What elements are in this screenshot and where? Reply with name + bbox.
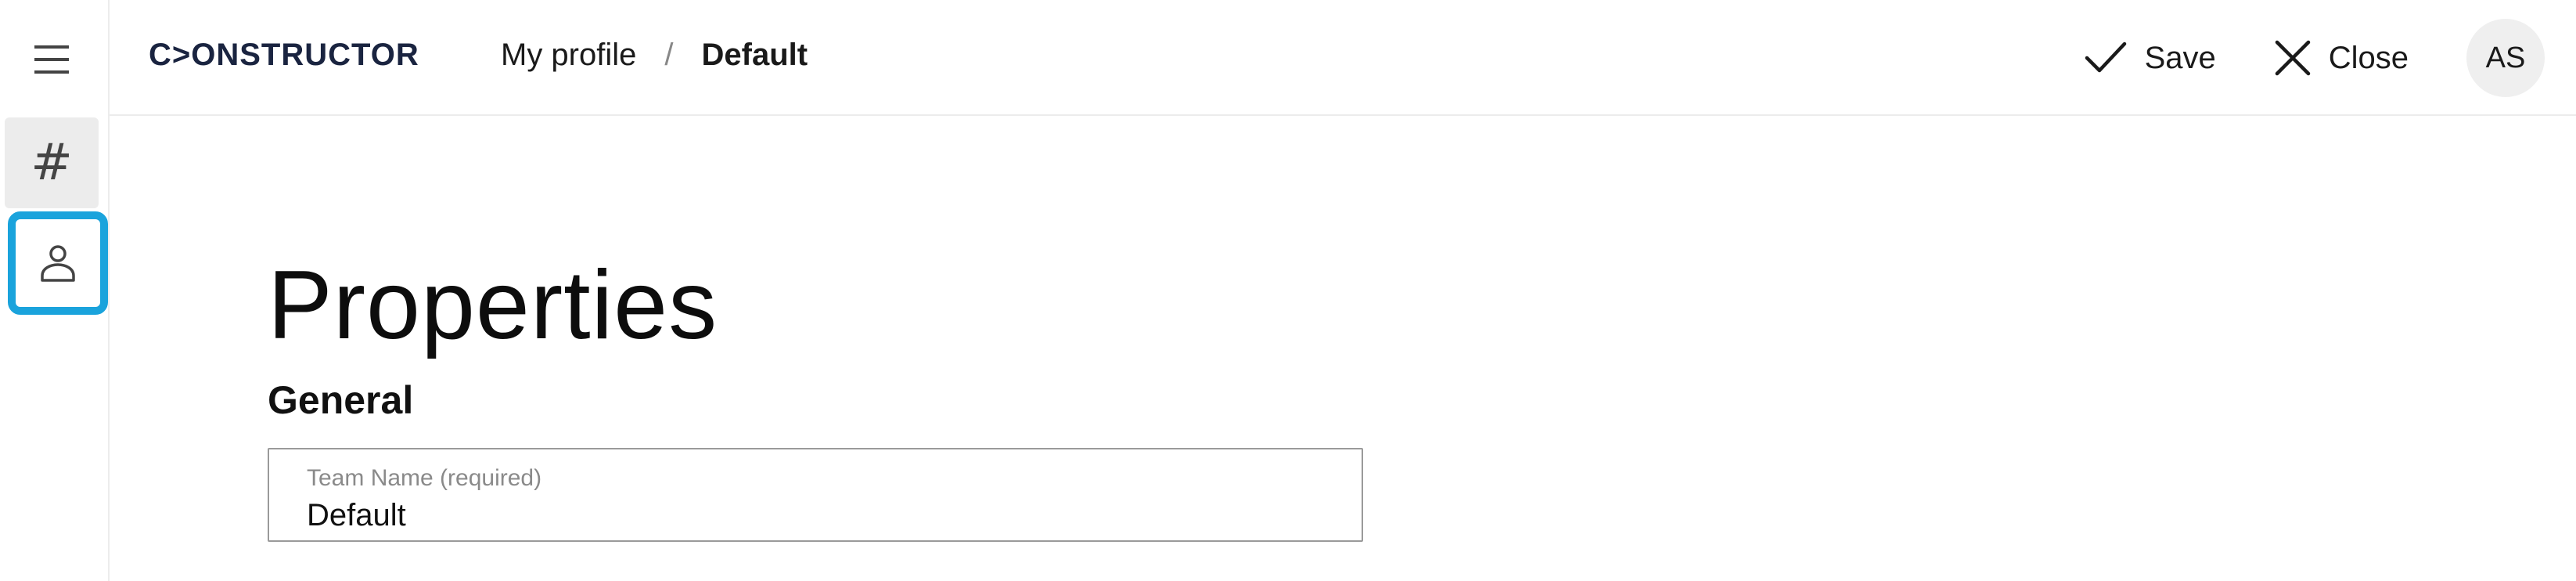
close-button[interactable]: Close (2274, 39, 2409, 77)
page-title: Properties (268, 251, 718, 359)
breadcrumb-separator: / (664, 38, 674, 72)
menu-button[interactable] (17, 25, 86, 94)
hamburger-icon (34, 45, 69, 74)
app-root: # C>ONSTRUCTOR My profile / Default Save (0, 0, 2576, 581)
checkmark-icon (2085, 42, 2126, 73)
rail-item-profile[interactable] (8, 211, 108, 315)
header-actions: Save Close AS (2084, 19, 2545, 97)
rail-item-hash[interactable]: # (5, 117, 99, 208)
save-button[interactable]: Save (2084, 41, 2216, 76)
person-icon (41, 245, 75, 282)
breadcrumb-my-profile[interactable]: My profile (501, 38, 636, 73)
left-rail: # (0, 0, 110, 581)
hash-icon: # (31, 134, 73, 192)
close-label: Close (2328, 40, 2409, 75)
breadcrumb-current: Default (701, 38, 808, 72)
top-header: C>ONSTRUCTOR My profile / Default Save C… (110, 0, 2576, 116)
user-avatar[interactable]: AS (2466, 19, 2545, 97)
team-name-field[interactable]: Team Name (required) (268, 448, 1363, 542)
breadcrumb: My profile / Default (501, 38, 808, 73)
constructor-logo[interactable]: C>ONSTRUCTOR (149, 38, 419, 73)
team-name-input[interactable] (307, 498, 1324, 533)
close-icon (2275, 40, 2310, 76)
team-name-label: Team Name (required) (307, 465, 542, 491)
save-label: Save (2144, 40, 2216, 75)
section-title-general: General (268, 378, 414, 422)
